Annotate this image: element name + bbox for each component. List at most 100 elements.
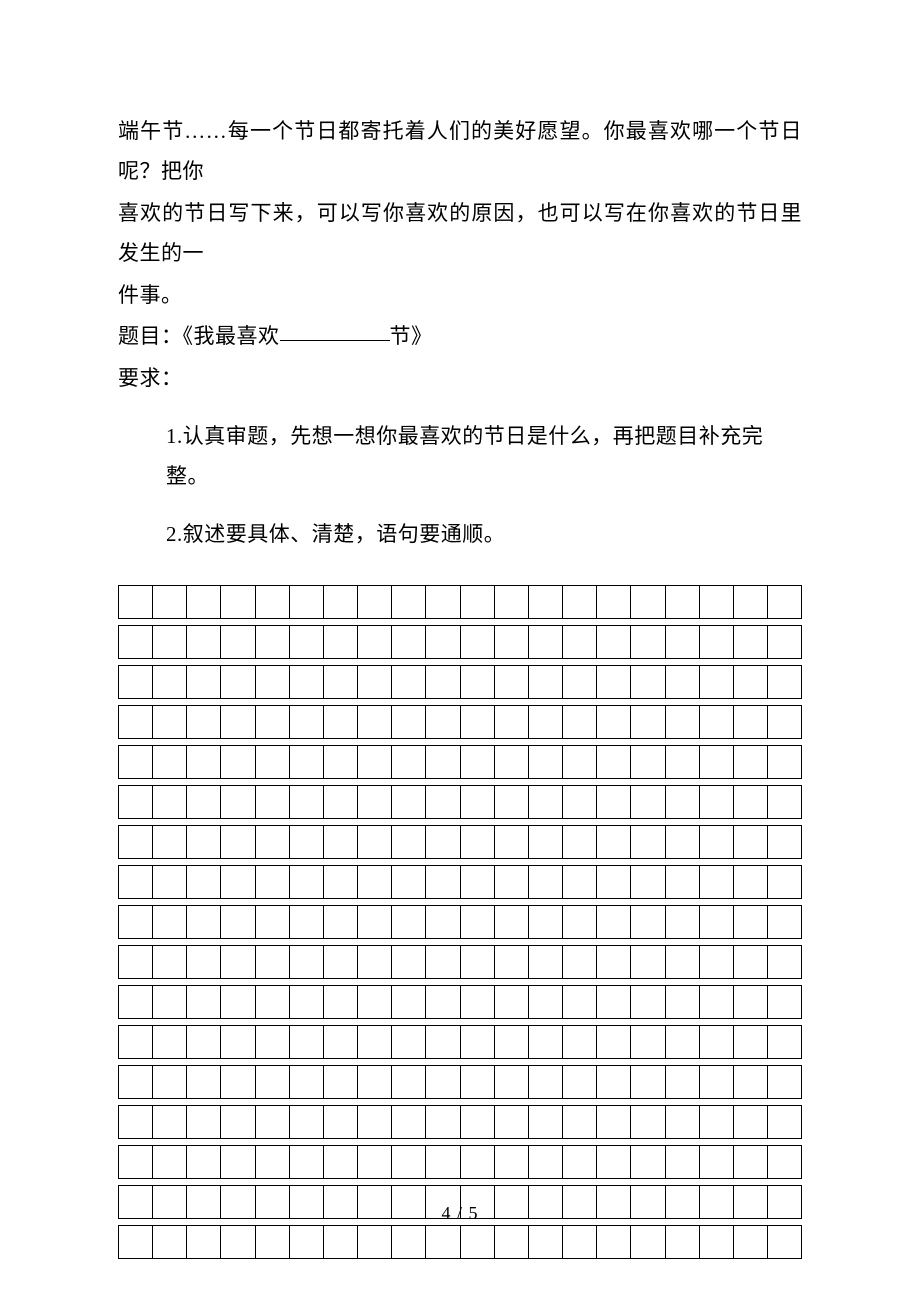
- grid-cell[interactable]: [597, 1105, 631, 1139]
- grid-cell[interactable]: [392, 905, 426, 939]
- grid-cell[interactable]: [461, 865, 495, 899]
- grid-cell[interactable]: [426, 665, 460, 699]
- grid-cell[interactable]: [768, 865, 802, 899]
- grid-cell[interactable]: [118, 625, 153, 659]
- grid-cell[interactable]: [666, 585, 700, 619]
- grid-cell[interactable]: [118, 705, 153, 739]
- grid-cell[interactable]: [495, 1025, 529, 1059]
- grid-cell[interactable]: [631, 1225, 665, 1259]
- grid-cell[interactable]: [597, 905, 631, 939]
- grid-cell[interactable]: [256, 705, 290, 739]
- grid-cell[interactable]: [187, 865, 221, 899]
- grid-cell[interactable]: [426, 865, 460, 899]
- grid-cell[interactable]: [187, 585, 221, 619]
- grid-cell[interactable]: [734, 785, 768, 819]
- grid-cell[interactable]: [529, 905, 563, 939]
- grid-cell[interactable]: [597, 1025, 631, 1059]
- grid-cell[interactable]: [768, 985, 802, 1019]
- grid-cell[interactable]: [597, 745, 631, 779]
- grid-cell[interactable]: [563, 1225, 597, 1259]
- grid-cell[interactable]: [768, 625, 802, 659]
- grid-cell[interactable]: [221, 865, 255, 899]
- grid-cell[interactable]: [666, 1065, 700, 1099]
- grid-cell[interactable]: [221, 665, 255, 699]
- grid-cell[interactable]: [700, 865, 734, 899]
- grid-cell[interactable]: [734, 945, 768, 979]
- grid-cell[interactable]: [666, 785, 700, 819]
- grid-cell[interactable]: [631, 585, 665, 619]
- grid-cell[interactable]: [631, 985, 665, 1019]
- grid-cell[interactable]: [597, 985, 631, 1019]
- grid-cell[interactable]: [700, 825, 734, 859]
- grid-cell[interactable]: [324, 1105, 358, 1139]
- grid-cell[interactable]: [666, 825, 700, 859]
- grid-cell[interactable]: [666, 705, 700, 739]
- grid-cell[interactable]: [290, 865, 324, 899]
- grid-cell[interactable]: [358, 945, 392, 979]
- grid-cell[interactable]: [118, 825, 153, 859]
- grid-cell[interactable]: [666, 1105, 700, 1139]
- grid-cell[interactable]: [768, 825, 802, 859]
- grid-cell[interactable]: [118, 1025, 153, 1059]
- grid-cell[interactable]: [700, 1145, 734, 1179]
- grid-cell[interactable]: [563, 785, 597, 819]
- grid-cell[interactable]: [529, 705, 563, 739]
- grid-cell[interactable]: [392, 1105, 426, 1139]
- grid-cell[interactable]: [358, 745, 392, 779]
- grid-cell[interactable]: [461, 785, 495, 819]
- grid-cell[interactable]: [392, 865, 426, 899]
- grid-cell[interactable]: [426, 905, 460, 939]
- grid-cell[interactable]: [426, 945, 460, 979]
- grid-cell[interactable]: [187, 945, 221, 979]
- grid-cell[interactable]: [118, 1225, 153, 1259]
- grid-cell[interactable]: [358, 625, 392, 659]
- grid-cell[interactable]: [734, 1025, 768, 1059]
- grid-cell[interactable]: [768, 785, 802, 819]
- grid-cell[interactable]: [153, 625, 187, 659]
- grid-cell[interactable]: [631, 1065, 665, 1099]
- grid-cell[interactable]: [563, 665, 597, 699]
- grid-cell[interactable]: [187, 1145, 221, 1179]
- grid-cell[interactable]: [666, 1145, 700, 1179]
- grid-cell[interactable]: [768, 945, 802, 979]
- grid-cell[interactable]: [563, 945, 597, 979]
- grid-cell[interactable]: [392, 1025, 426, 1059]
- grid-cell[interactable]: [187, 1065, 221, 1099]
- grid-cell[interactable]: [290, 665, 324, 699]
- grid-cell[interactable]: [461, 705, 495, 739]
- grid-cell[interactable]: [118, 1065, 153, 1099]
- grid-cell[interactable]: [358, 705, 392, 739]
- grid-cell[interactable]: [290, 1225, 324, 1259]
- grid-cell[interactable]: [666, 665, 700, 699]
- grid-cell[interactable]: [666, 945, 700, 979]
- grid-cell[interactable]: [768, 705, 802, 739]
- grid-cell[interactable]: [631, 785, 665, 819]
- grid-cell[interactable]: [187, 985, 221, 1019]
- grid-cell[interactable]: [153, 785, 187, 819]
- grid-cell[interactable]: [290, 705, 324, 739]
- grid-cell[interactable]: [495, 585, 529, 619]
- grid-cell[interactable]: [461, 825, 495, 859]
- grid-cell[interactable]: [563, 825, 597, 859]
- grid-cell[interactable]: [290, 585, 324, 619]
- grid-cell[interactable]: [221, 625, 255, 659]
- grid-cell[interactable]: [256, 665, 290, 699]
- grid-cell[interactable]: [666, 865, 700, 899]
- grid-cell[interactable]: [666, 985, 700, 1019]
- grid-cell[interactable]: [221, 705, 255, 739]
- grid-cell[interactable]: [256, 1025, 290, 1059]
- grid-cell[interactable]: [324, 1145, 358, 1179]
- grid-cell[interactable]: [563, 1105, 597, 1139]
- grid-cell[interactable]: [221, 905, 255, 939]
- grid-cell[interactable]: [495, 1105, 529, 1139]
- grid-cell[interactable]: [392, 825, 426, 859]
- grid-cell[interactable]: [734, 745, 768, 779]
- grid-cell[interactable]: [461, 905, 495, 939]
- grid-cell[interactable]: [495, 1225, 529, 1259]
- grid-cell[interactable]: [495, 865, 529, 899]
- grid-cell[interactable]: [324, 705, 358, 739]
- grid-cell[interactable]: [221, 985, 255, 1019]
- grid-cell[interactable]: [700, 665, 734, 699]
- grid-cell[interactable]: [495, 625, 529, 659]
- grid-cell[interactable]: [426, 1225, 460, 1259]
